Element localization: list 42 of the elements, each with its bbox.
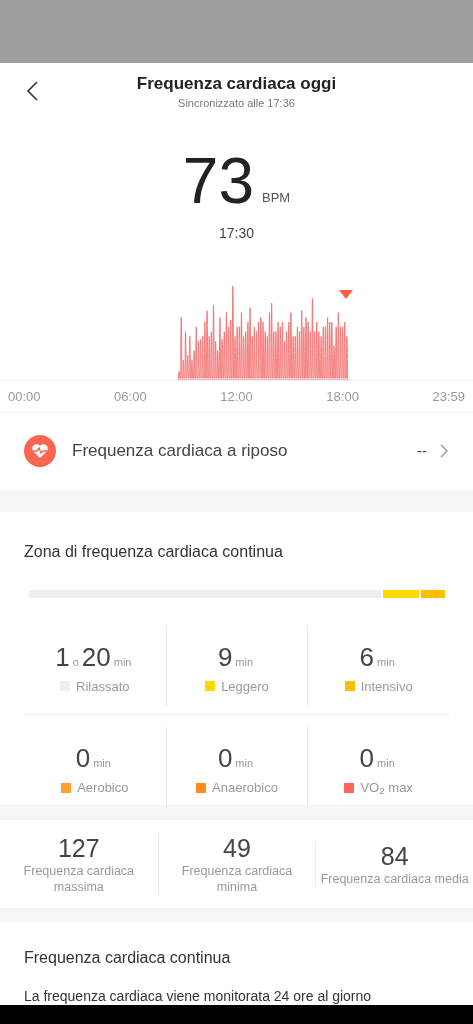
zone-duration: 0 [359,743,375,773]
stat-value: 84 [379,840,410,871]
axis-label: 23:59 [432,388,465,406]
zone-duration: 0 [75,743,91,773]
unit-label: min [377,655,395,668]
heart-rate-value: 73 [182,149,254,213]
zone-label: Rilassato [76,677,130,696]
zone-duration: 1 [55,641,70,672]
unit-label: BPM [262,188,291,207]
axis-label: 12:00 [220,388,253,406]
axis-label: 18:00 [326,388,359,406]
unit-label: min [235,655,254,668]
stat-value: 127 [56,832,101,863]
unit-label: min [235,757,254,769]
resting-rate-label: Frequenza cardiaca a riposo [72,440,289,463]
unit-label: min [93,757,111,769]
zone-duration: 6 [359,641,375,672]
zone-duration: 9 [217,641,233,672]
page-title: Frequenza cardiaca oggi [135,73,338,95]
stat-label: Frequenza cardiaca massima [22,862,136,895]
axis-label: 06:00 [114,388,147,406]
zone-duration: 0 [217,743,233,773]
stat-label: Frequenza cardiaca media [319,870,470,887]
unit-label: min [113,655,132,668]
reading-time: 17:30 [218,225,254,241]
section-title: Frequenza cardiaca continua [24,947,232,968]
zone-duration: 20 [81,641,111,672]
stat-value: 49 [222,832,252,863]
section-title: Zona di frequenza cardiaca continua [24,541,284,562]
zone-label: Intensivo [360,677,413,696]
zone-label: Anaerobico [212,779,278,797]
zone-label: VO$_{2}$ max [360,779,413,798]
zone-label: Leggero [221,677,269,696]
chevron-right-icon[interactable] [439,443,449,459]
unit-label: o [72,655,79,668]
stat-label: Frequenza cardiaca minima [180,862,294,895]
axis-label: 00:00 [8,388,41,406]
zone-label: Aerobico [77,779,129,797]
resting-rate-value: -- [417,440,427,461]
sync-status: Sincronizzato alle 17:36 [177,96,296,111]
unit-label: min [377,757,395,769]
description-text: La frequenza cardiaca viene monitorata 24 ore al giorno [24,986,373,1005]
